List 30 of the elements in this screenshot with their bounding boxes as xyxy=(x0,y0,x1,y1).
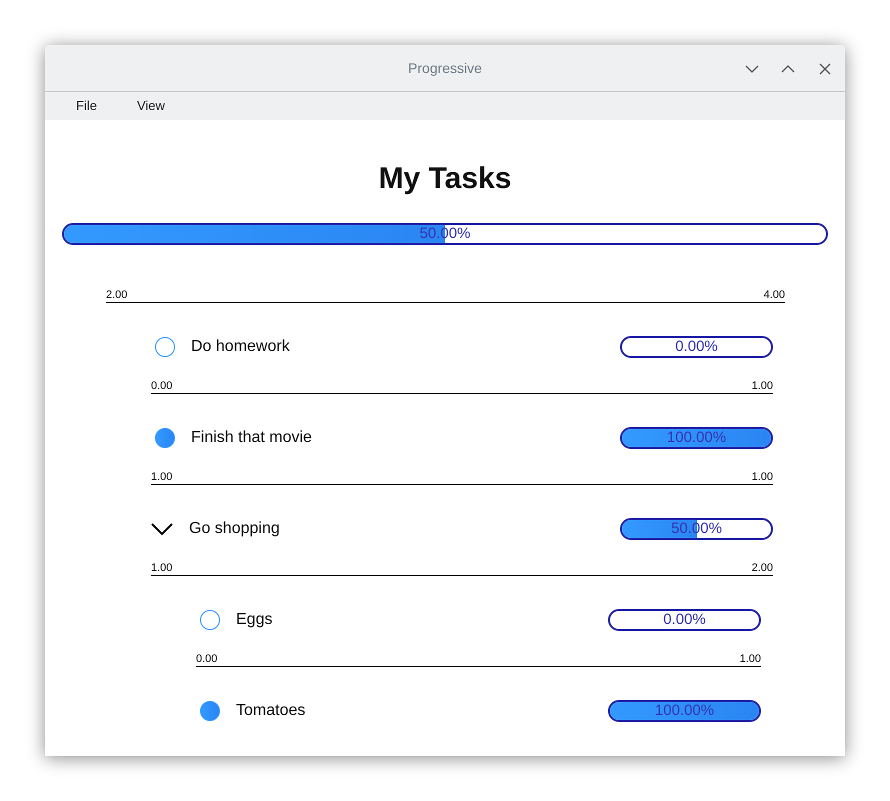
progress-reading: 100.00% xyxy=(666,429,728,447)
chevron-down-icon[interactable] xyxy=(151,522,173,536)
scale-end-label: 1.00 xyxy=(752,380,773,392)
scale-end-label: 2.00 xyxy=(752,562,773,574)
scale-start-label: 1.00 xyxy=(151,562,172,574)
progress-reading: 50.00% xyxy=(418,225,472,243)
task-label: Do homework xyxy=(191,337,290,357)
close-icon[interactable] xyxy=(818,62,832,76)
menu-item[interactable]: File xyxy=(76,96,97,116)
scale-end-label: 1.00 xyxy=(752,471,773,483)
progress-reading: 100.00% xyxy=(654,702,716,720)
task-label: Go shopping xyxy=(189,519,280,539)
check-circle[interactable] xyxy=(200,610,220,630)
check-circle[interactable] xyxy=(155,337,175,357)
progress-reading: 0.00% xyxy=(662,611,707,629)
check-circle[interactable] xyxy=(200,701,220,721)
scale-start-label: 0.00 xyxy=(151,380,172,392)
page-heading: My Tasks xyxy=(378,161,512,197)
check-circle[interactable] xyxy=(155,428,175,448)
scale-start-label: 0.00 xyxy=(196,653,218,665)
progress-reading: 0.00% xyxy=(674,338,719,356)
task-label: Eggs xyxy=(236,610,272,630)
task-label: Finish that movie xyxy=(191,428,312,448)
menu-item[interactable]: View xyxy=(136,96,165,116)
scale-start-label: 2.00 xyxy=(106,289,128,301)
scale-end-label: 4.00 xyxy=(764,289,785,301)
window-title: Progressive xyxy=(408,58,482,78)
scale-start-label: 1.00 xyxy=(151,471,172,483)
scale-end-label: 1.00 xyxy=(740,653,761,665)
task-label: Tomatoes xyxy=(236,701,306,721)
